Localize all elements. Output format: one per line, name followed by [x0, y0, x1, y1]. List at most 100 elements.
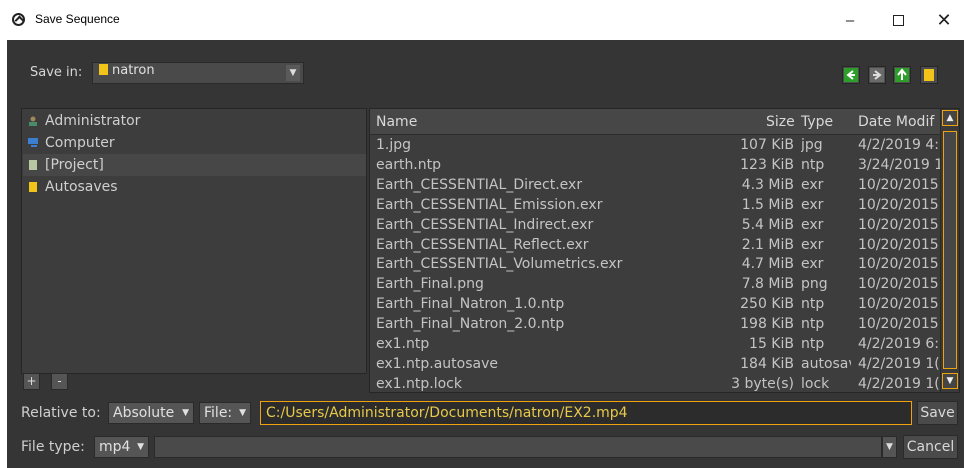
sidebar-item-autosaves[interactable]: Autosaves — [23, 176, 366, 198]
minimize-button[interactable]: – — [826, 0, 874, 40]
file-row[interactable]: Earth_Final_Natron_2.0.ntp 198 KiB ntp 10/2… — [370, 316, 940, 336]
file-name: Earth_CESSENTIAL_Direct.exr — [376, 176, 583, 193]
scroll-thumb[interactable] — [943, 131, 957, 369]
back-button[interactable] — [842, 66, 860, 84]
vertical-scrollbar[interactable]: ▲ ▼ — [940, 109, 959, 392]
file-row[interactable]: Earth_Final.png 7.8 MiB png 10/20/2015 — [370, 276, 940, 296]
file-type: ntp — [801, 296, 825, 313]
scroll-down-button[interactable]: ▼ — [942, 373, 958, 389]
back-arrow-icon — [844, 68, 858, 82]
file-date: 10/20/2015 — [858, 256, 939, 273]
file-name: ex1.ntp.lock — [376, 375, 462, 392]
file-type: exr — [801, 176, 824, 193]
file-name: Earth_Final_Natron_1.0.ntp — [376, 296, 565, 313]
save-in-value: natron — [112, 63, 155, 78]
computer-icon — [28, 138, 38, 147]
file-type-label: File type: — [21, 439, 85, 455]
folder-icon — [99, 64, 108, 75]
sidebar-item-label: Autosaves — [45, 179, 118, 195]
sidebar-item-label: [Project] — [45, 157, 104, 173]
file-row[interactable]: Earth_CESSENTIAL_Direct.exr 4.3 MiB exr 10/… — [370, 177, 940, 197]
file-name: Earth_Final.png — [376, 276, 484, 293]
file-size: 5.4 MiB — [741, 216, 794, 233]
file-date: 10/20/2015 — [858, 236, 939, 253]
natron-app-icon — [12, 13, 25, 26]
file-name: Earth_CESSENTIAL_Indirect.exr — [376, 216, 594, 233]
file-size: 123 KiB — [740, 156, 794, 173]
up-button[interactable] — [893, 66, 911, 84]
sidebar-item-project[interactable]: [Project] — [23, 154, 366, 176]
file-path-input[interactable]: C:/Users/Administrator/Documents/natron/… — [260, 401, 912, 425]
file-size: 4.7 MiB — [741, 256, 794, 273]
file-size: 184 KiB — [740, 355, 794, 372]
file-row[interactable]: Earth_CESSENTIAL_Indirect.exr 5.4 MiB exr 1… — [370, 217, 940, 237]
file-name: Earth_CESSENTIAL_Emission.exr — [376, 196, 603, 213]
file-size: 7.8 MiB — [741, 276, 794, 293]
file-date: 10/20/2015 — [858, 216, 939, 233]
save-button[interactable]: Save — [917, 401, 958, 425]
file-row[interactable]: Earth_CESSENTIAL_Reflect.exr 2.1 MiB exr 10… — [370, 237, 940, 257]
user-icon — [29, 116, 37, 126]
file-size: 3 byte(s) — [731, 375, 794, 392]
save-in-label: Save in: — [30, 65, 83, 80]
file-type: ntp — [801, 336, 825, 352]
window-title: Save Sequence — [35, 12, 120, 26]
save-in-combo[interactable]: natron ▼ — [92, 62, 304, 84]
relative-to-combo[interactable]: Absolute ▼ — [108, 402, 194, 424]
file-name: Earth_CESSENTIAL_Reflect.exr — [376, 236, 589, 253]
file-row[interactable]: earth.ntp 123 KiB ntp 3/24/2019 1 — [370, 157, 940, 177]
column-header-type[interactable]: Type — [801, 114, 833, 130]
file-type: autosav — [801, 355, 851, 372]
file-size: 15 KiB — [749, 336, 794, 352]
file-row[interactable]: ex1.ntp.autosave 184 KiB autosav 4/2/2019 1… — [370, 356, 940, 376]
chevron-down-icon: ▼ — [182, 408, 189, 418]
new-folder-icon — [924, 69, 934, 81]
column-header-date[interactable]: Date Modif — [858, 114, 938, 130]
file-size: 107 KiB — [740, 137, 794, 153]
file-type: ntp — [801, 316, 825, 333]
file-type: ntp — [801, 156, 825, 173]
file-date: 10/20/2015 — [858, 316, 939, 333]
file-date: 3/24/2019 1 — [858, 156, 940, 173]
file-size: 198 KiB — [740, 316, 794, 333]
sidebar-item-label: Computer — [45, 135, 115, 151]
file-row[interactable]: ex1.ntp.lock 3 byte(s) lock 4/2/2019 1( — [370, 375, 940, 392]
sidebar-item-computer[interactable]: Computer — [23, 132, 366, 154]
file-mode-label: File: — [204, 405, 233, 421]
file-type-combo[interactable]: mp4 ▼ — [94, 436, 149, 458]
file-row[interactable]: Earth_CESSENTIAL_Volumetrics.exr 4.7 MiB e… — [370, 256, 940, 276]
file-list: Name Size Type Date Modif 1.jpg 107 KiB jp… — [369, 108, 960, 393]
file-mode-combo[interactable]: File: ▼ — [199, 402, 251, 424]
relative-to-value: Absolute — [113, 405, 175, 421]
file-row[interactable]: Earth_Final_Natron_1.0.ntp 250 KiB ntp 10/2… — [370, 296, 940, 316]
file-size: 250 KiB — [740, 296, 794, 313]
cancel-button[interactable]: Cancel — [903, 435, 958, 459]
file-date: 10/20/2015 — [858, 196, 939, 213]
file-row[interactable]: Earth_CESSENTIAL_Emission.exr 1.5 MiB exr 1… — [370, 197, 940, 217]
column-header-size[interactable]: Size — [766, 114, 795, 130]
maximize-button[interactable] — [874, 0, 922, 40]
file-type: exr — [801, 236, 824, 253]
chevron-down-icon: ▼ — [137, 442, 144, 452]
scroll-up-button[interactable]: ▲ — [942, 110, 958, 126]
maximize-icon — [892, 14, 904, 26]
file-row[interactable]: ex1.ntp 15 KiB ntp 4/2/2019 6: — [370, 336, 940, 356]
file-type: exr — [801, 196, 824, 213]
file-type-filter-field[interactable] — [154, 436, 882, 458]
file-name: ex1.ntp.autosave — [376, 355, 498, 372]
add-place-button[interactable]: + — [23, 373, 40, 390]
close-button[interactable]: ✕ — [920, 0, 965, 40]
file-date: 10/20/2015 — [858, 296, 939, 313]
file-type: exr — [801, 256, 824, 273]
forward-button[interactable] — [868, 66, 886, 84]
file-type: jpg — [801, 137, 823, 153]
file-name: 1.jpg — [376, 137, 412, 153]
file-date: 4/2/2019 6: — [858, 336, 939, 352]
file-row[interactable]: 1.jpg 107 KiB jpg 4/2/2019 4: — [370, 137, 940, 157]
sidebar-item-administrator[interactable]: Administrator — [23, 110, 366, 132]
column-header-name[interactable]: Name — [376, 114, 417, 130]
file-date: 4/2/2019 1( — [858, 355, 940, 372]
new-folder-button[interactable] — [920, 66, 938, 84]
file-type-filter-dropdown[interactable]: ▼ — [882, 436, 897, 458]
remove-place-button[interactable]: - — [51, 373, 68, 390]
